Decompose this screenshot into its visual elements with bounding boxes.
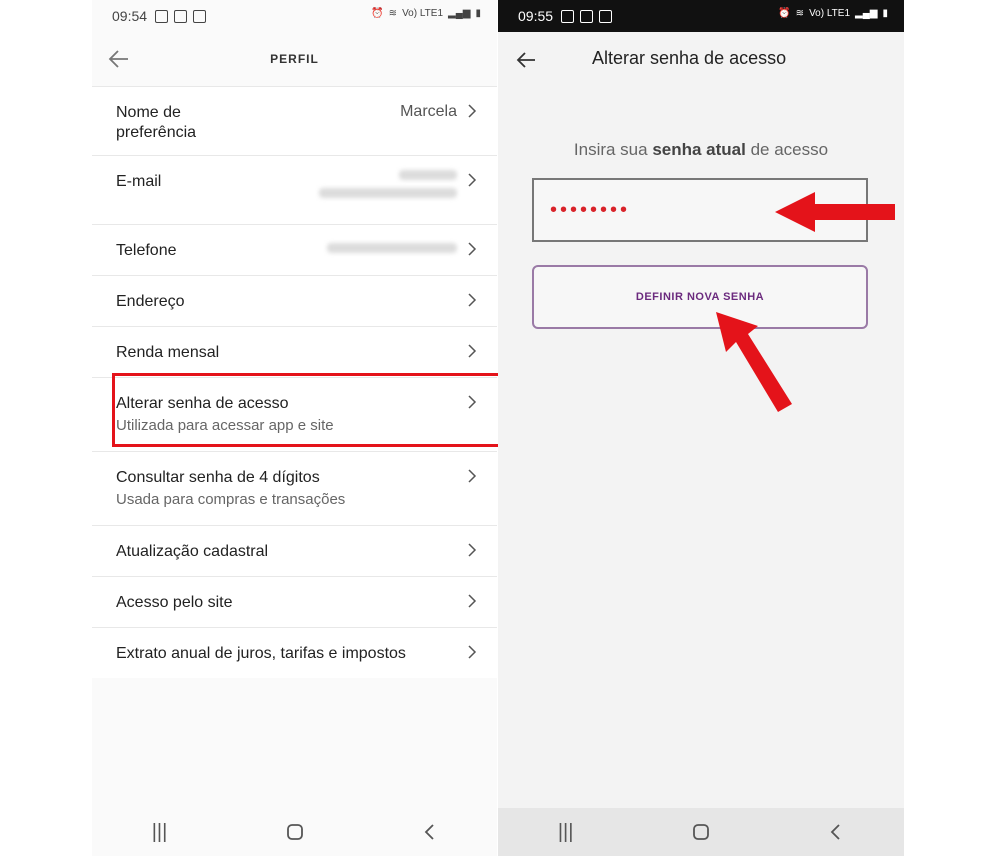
item-label: Extrato anual de juros, tarifas e impost… [116,645,406,662]
status-bar: 09:55 ⏰ ≋ Vo) LTE1 ▂▄▆ ▮ [498,0,904,32]
wifi-icon: ≋ [795,8,805,19]
list-item-phone[interactable]: Telefone [92,224,497,275]
item-label: Consultar senha de 4 dígitos [116,469,320,486]
status-right: ⏰ ≋ Vo) LTE1 ▂▄▆ ▮ [778,8,888,19]
home-icon [693,824,709,840]
chevron-right-icon [468,594,477,608]
chevron-right-icon [468,293,477,307]
back-arrow-icon[interactable] [106,46,132,72]
gallery-icon [561,9,575,23]
change-password-screen: 09:55 ⏰ ≋ Vo) LTE1 ▂▄▆ ▮ Alterar senha d… [498,0,904,856]
chevron-right-icon [468,242,477,256]
item-label: E-mail [116,173,162,190]
email-value-blurred [319,156,457,224]
notification-icon [580,9,594,23]
item-label: Acesso pelo site [116,594,233,611]
item-label: Endereço [116,293,185,310]
network-label: Vo) LTE1 [402,8,444,19]
item-label: Telefone [116,242,177,259]
list-item-preferred-name[interactable]: Nome de preferência Marcela [92,86,497,155]
item-label: Nome de preferência [116,104,197,141]
password-mask: •••••••• [550,199,631,221]
list-item-annual-statement[interactable]: Extrato anual de juros, tarifas e impost… [92,627,497,678]
alarm-icon: ⏰ [778,8,791,19]
list-item-4-digit-password[interactable]: Consultar senha de 4 dígitos Usada para … [92,451,497,525]
chevron-right-icon [468,543,477,557]
back-button[interactable] [410,812,450,852]
profile-header: PERFIL [92,32,497,86]
list-item-income[interactable]: Renda mensal [92,326,497,377]
app-icon [599,9,613,23]
home-button[interactable] [681,812,721,852]
chevron-right-icon [468,344,477,358]
status-right: ⏰ ≋ Vo) LTE1 ▂▄▆ ▮ [371,8,481,19]
list-item-email[interactable]: E-mail [92,155,497,224]
back-chevron-icon [424,824,434,840]
red-arrow-pointing-up-icon [716,312,792,412]
alarm-icon: ⏰ [371,8,384,19]
notification-icon [174,9,188,23]
red-arrow-pointing-left-icon [775,192,895,232]
page-title: Alterar senha de acesso [592,48,787,68]
home-icon [286,824,303,840]
status-time: 09:54 [112,8,148,24]
back-button[interactable] [816,812,856,852]
item-sublabel: Usada para compras e transações [116,491,346,508]
prompt-text-end: de acesso [745,140,829,159]
define-new-password-button[interactable]: DEFINIR NOVA SENHA [532,265,868,329]
list-item-address[interactable]: Endereço [92,275,497,326]
app-icon [193,9,207,23]
phone-value-blurred [327,225,457,275]
chevron-right-icon [468,104,477,118]
system-nav-bar: ||| [92,808,497,856]
signal-icon: ▂▄▆ [448,8,471,19]
chevron-right-icon [468,645,477,659]
change-password-header: Alterar senha de acesso [498,32,904,88]
status-bar: 09:54 ⏰ ≋ Vo) LTE1 ▂▄▆ ▮ [92,0,497,32]
recent-apps-button[interactable]: ||| [546,812,586,852]
wifi-icon: ≋ [388,8,398,19]
system-nav-bar: ||| [498,808,904,856]
item-value: Marcela [400,103,457,120]
gallery-icon [155,9,169,23]
signal-icon: ▂▄▆ [855,8,878,19]
list-item-registration-update[interactable]: Atualização cadastral [92,525,497,576]
item-label: Atualização cadastral [116,543,269,560]
password-prompt: Insira sua senha atual de acesso [498,140,904,160]
chevron-right-icon [468,469,477,483]
status-time: 09:55 [518,8,554,24]
battery-icon: ▮ [475,8,481,19]
prompt-text: Insira sua [573,140,653,159]
item-label: Renda mensal [116,344,220,361]
back-chevron-icon [831,824,840,840]
battery-icon: ▮ [882,8,888,19]
network-label: Vo) LTE1 [809,8,851,19]
prompt-bold: senha atual [652,140,746,159]
back-arrow-icon[interactable] [514,48,538,72]
page-title: PERFIL [270,52,319,66]
button-label: DEFINIR NOVA SENHA [635,291,765,303]
recent-apps-button[interactable]: ||| [140,812,180,852]
list-item-site-access[interactable]: Acesso pelo site [92,576,497,627]
chevron-right-icon [468,173,477,187]
home-button[interactable] [275,812,315,852]
